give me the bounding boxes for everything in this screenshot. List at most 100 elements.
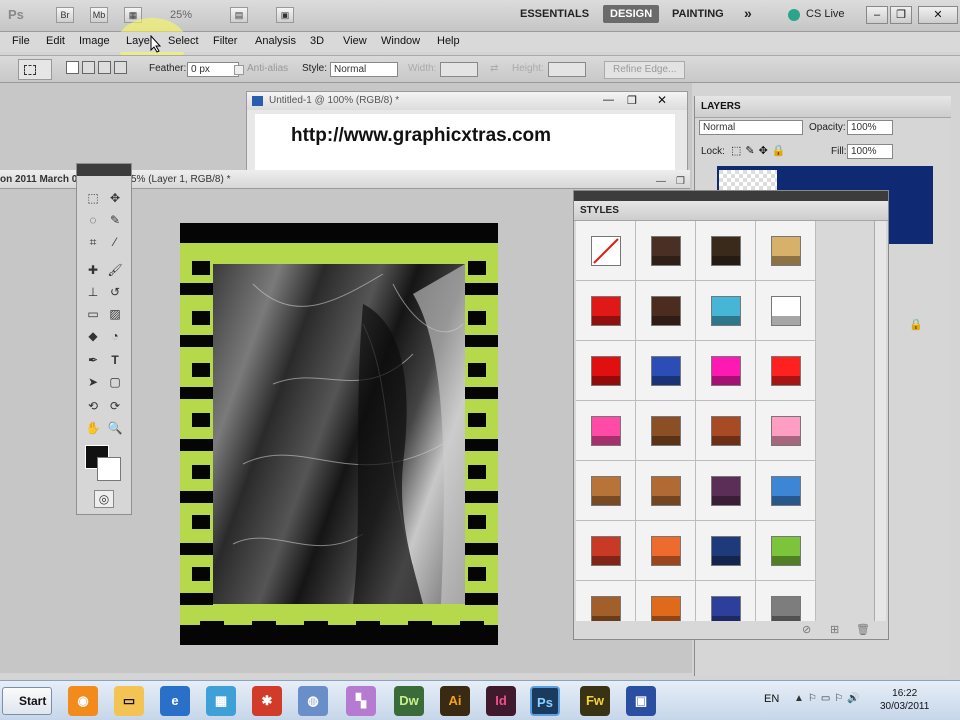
style-swatch-cell[interactable]: [636, 581, 696, 621]
style-swatch-cell[interactable]: [696, 581, 756, 621]
tools-panel-header[interactable]: [77, 164, 131, 176]
menu-analysis[interactable]: Analysis: [255, 35, 296, 47]
film-frame-artwork[interactable]: [180, 223, 498, 645]
background-color-swatch[interactable]: [97, 457, 121, 481]
workspace-essentials[interactable]: ESSENTIALS: [520, 8, 589, 20]
style-swatch-cell[interactable]: [636, 341, 696, 401]
style-swatch-cell[interactable]: [756, 281, 816, 341]
bridge-button[interactable]: Br: [56, 7, 74, 23]
workspace-overflow-icon[interactable]: »: [744, 5, 752, 21]
type-tool-icon[interactable]: T: [105, 350, 125, 370]
height-input[interactable]: [548, 62, 586, 77]
zoom-tool-icon[interactable]: 🔍: [105, 418, 125, 438]
style-swatch-cell[interactable]: [636, 521, 696, 581]
doc-close-icon[interactable]: ✕: [657, 93, 667, 107]
workspace-painting[interactable]: PAINTING: [672, 8, 724, 20]
workspace-design[interactable]: DESIGN: [603, 5, 660, 23]
refine-edge-button[interactable]: Refine Edge...: [604, 61, 686, 79]
screen-mode-button[interactable]: ▣: [276, 7, 294, 23]
history-brush-tool-icon[interactable]: ↺: [105, 282, 125, 302]
width-input[interactable]: [440, 62, 478, 77]
anti-alias-checkbox[interactable]: [234, 65, 244, 75]
style-swatch-cell[interactable]: [696, 401, 756, 461]
new-selection-icon[interactable]: [66, 61, 79, 74]
opacity-input[interactable]: 100%: [847, 120, 893, 135]
eyedropper-tool-icon[interactable]: ⁄: [105, 232, 125, 252]
menu-window[interactable]: Window: [381, 35, 420, 47]
clear-style-icon[interactable]: ⊘: [802, 623, 811, 636]
illustrator-icon[interactable]: Ai: [440, 686, 470, 716]
add-selection-icon[interactable]: [82, 61, 95, 74]
blend-mode-select[interactable]: Normal: [699, 120, 803, 135]
style-swatch-cell[interactable]: [756, 221, 816, 281]
selection-mode-buttons[interactable]: [66, 61, 136, 78]
menu-file[interactable]: File: [12, 35, 30, 47]
style-swatch-cell[interactable]: [756, 461, 816, 521]
network-icon[interactable]: ◍: [298, 686, 328, 716]
eraser-tool-icon[interactable]: ▭: [83, 304, 103, 324]
cs-live-label[interactable]: CS Live: [806, 8, 845, 20]
arrange-documents-button[interactable]: ▤: [230, 7, 248, 23]
style-swatch-cell[interactable]: [696, 521, 756, 581]
close-button[interactable]: ✕: [918, 6, 958, 24]
menu-image[interactable]: Image: [79, 35, 110, 47]
style-swatch-cell[interactable]: [696, 281, 756, 341]
minimize-button[interactable]: –: [866, 6, 888, 24]
path-selection-tool-icon[interactable]: ➤: [83, 372, 103, 392]
style-swatch-cell[interactable]: [756, 401, 816, 461]
layers-tab[interactable]: LAYERS: [701, 101, 741, 112]
style-swatch-cell[interactable]: [756, 341, 816, 401]
image-viewer-icon[interactable]: ▚: [346, 686, 376, 716]
menu-filter[interactable]: Filter: [213, 35, 237, 47]
style-swatch-cell[interactable]: [576, 461, 636, 521]
delete-style-icon[interactable]: 🗑: [856, 623, 870, 636]
photoshop-taskbar-icon[interactable]: Ps: [530, 686, 560, 716]
language-indicator[interactable]: EN: [764, 693, 779, 705]
style-swatch-cell[interactable]: [576, 401, 636, 461]
style-swatch-cell[interactable]: [756, 521, 816, 581]
shape-tool-icon[interactable]: ▢: [105, 372, 125, 392]
cs-live-icon[interactable]: [788, 9, 800, 21]
menu-edit[interactable]: Edit: [46, 35, 65, 47]
system-clock[interactable]: 16:22 30/03/2011: [880, 687, 929, 713]
fill-input[interactable]: 100%: [847, 144, 893, 159]
styles-panel-header[interactable]: [574, 191, 888, 201]
quick-mask-icon[interactable]: ◎: [94, 490, 114, 508]
clone-stamp-tool-icon[interactable]: ⊥: [83, 282, 103, 302]
internet-explorer-icon[interactable]: e: [160, 686, 190, 716]
styles-scrollbar[interactable]: [874, 221, 886, 621]
doc-restore-icon[interactable]: ❐: [627, 94, 637, 107]
untitled-document-titlebar[interactable]: Untitled-1 @ 100% (RGB/8) *: [247, 92, 687, 110]
move-tool-icon[interactable]: ✥: [105, 188, 125, 208]
zoom-level[interactable]: 25%: [170, 7, 212, 24]
folder-icon[interactable]: ▭: [114, 686, 144, 716]
dodge-tool-icon[interactable]: ◔: [105, 326, 125, 346]
style-swatch-cell[interactable]: [696, 461, 756, 521]
swap-icon[interactable]: ⇄: [490, 63, 498, 74]
3d-rotate-tool-icon[interactable]: ⟲: [83, 396, 103, 416]
style-select[interactable]: Normal: [330, 62, 398, 77]
style-swatch-cell[interactable]: [756, 581, 816, 621]
style-swatch-cell[interactable]: [696, 341, 756, 401]
untitled-document-window[interactable]: Untitled-1 @ 100% (RGB/8) * — ❐ ✕ http:/…: [246, 91, 688, 171]
doc-minimize-icon[interactable]: —: [603, 94, 614, 106]
menu-help[interactable]: Help: [437, 35, 460, 47]
styles-tab[interactable]: STYLES: [580, 205, 619, 216]
healing-brush-tool-icon[interactable]: ✚: [83, 260, 103, 280]
mini-bridge-button[interactable]: Mb: [90, 7, 108, 23]
style-swatch-cell[interactable]: [636, 281, 696, 341]
style-swatch-cell[interactable]: [636, 401, 696, 461]
firefox-icon[interactable]: ◉: [68, 686, 98, 716]
subtract-selection-icon[interactable]: [98, 61, 111, 74]
start-button[interactable]: Start: [2, 687, 52, 715]
rectangular-marquee-tool-icon[interactable]: ⬚: [83, 188, 103, 208]
acrobat-icon[interactable]: ✱: [252, 686, 282, 716]
pen-tool-icon[interactable]: ✒: [83, 350, 103, 370]
dreamweaver-icon[interactable]: Dw: [394, 686, 424, 716]
style-swatch-cell[interactable]: [576, 341, 636, 401]
brush-tool-icon[interactable]: 🖌: [105, 260, 125, 280]
window-switcher-icon[interactable]: ▣: [626, 686, 656, 716]
style-swatch-cell[interactable]: [636, 221, 696, 281]
menu-select[interactable]: Select: [168, 35, 199, 47]
style-swatch-cell[interactable]: [696, 221, 756, 281]
